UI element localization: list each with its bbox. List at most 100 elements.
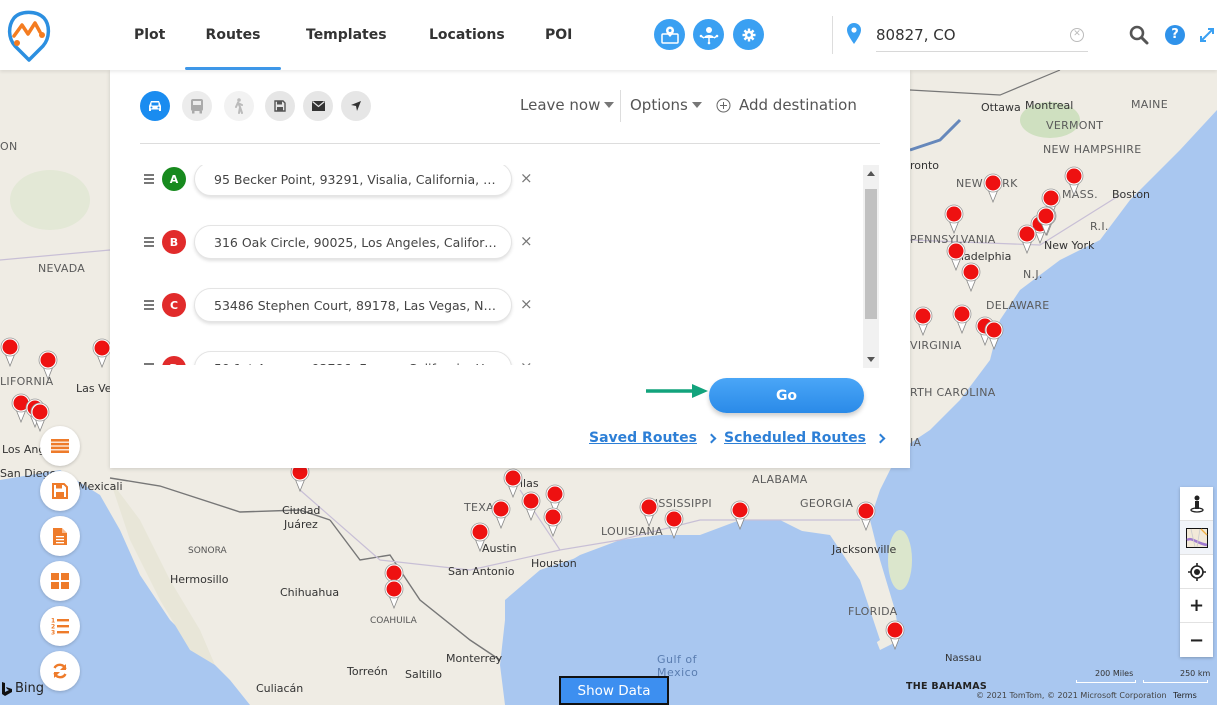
map-location-button[interactable] [654,19,685,50]
clear-search-icon[interactable]: ✕ [1070,28,1084,42]
map-marker-pin[interactable] [491,499,511,529]
tab-locations[interactable]: Locations [429,0,505,70]
map-label: GEORGIA [800,497,854,510]
remove-stop-icon[interactable]: × [520,232,533,250]
location-search-input[interactable] [876,22,1066,48]
app-logo[interactable] [6,8,52,62]
stop-address-input[interactable] [194,351,512,365]
travel-mode-transit[interactable] [182,91,212,121]
grid-icon [51,573,69,589]
map-marker-pin[interactable] [984,320,1004,350]
zoom-out-button[interactable]: − [1180,623,1213,657]
map-marker-pin[interactable] [30,402,50,432]
map-marker-pin[interactable] [944,204,964,234]
map-marker-pin[interactable] [1064,166,1084,196]
map-label: DELAWARE [986,299,1050,312]
tab-label: Templates [306,27,387,43]
remove-stop-icon[interactable]: × [520,295,533,313]
map-marker-pin[interactable] [38,350,58,380]
drag-handle-icon[interactable] [144,300,154,312]
map-label: Monterrey [446,652,503,665]
scrollbar-thumb[interactable] [865,189,877,319]
map-marker-pin[interactable] [92,338,112,368]
go-button[interactable]: Go [709,378,864,413]
map-marker-pin[interactable] [1036,206,1056,236]
map-marker-pin[interactable] [521,491,541,521]
travel-mode-walk[interactable] [224,91,254,121]
search-icon[interactable] [1129,25,1149,45]
chevron-right-icon [875,433,886,443]
stop-address-input[interactable] [194,225,512,259]
add-circle-icon [716,98,731,112]
tab-templates[interactable]: Templates [306,0,387,70]
options-dropdown[interactable]: Options [630,96,702,114]
email-route-button[interactable] [303,91,333,121]
scale-miles: 200 Miles [1095,669,1134,678]
leave-now-dropdown[interactable]: Leave now [520,96,615,114]
stops-scrollbar[interactable] [863,165,879,368]
map-marker-pin[interactable] [961,262,981,292]
ordered-list-button[interactable]: 1 2 3 [40,606,80,646]
remove-stop-icon[interactable]: × [520,358,533,365]
map-label: Torreón [347,665,388,678]
map-marker-pin[interactable] [885,620,905,650]
map-marker-pin[interactable] [384,579,404,609]
expand-icon[interactable] [1199,27,1215,43]
map-marker-pin[interactable] [952,304,972,334]
map-marker-pin[interactable] [664,509,684,539]
stop-address-input[interactable] [194,165,512,196]
save-icon [52,483,68,499]
travel-mode-car[interactable] [140,91,170,121]
refresh-icon [53,663,67,679]
locate-me-button[interactable] [1180,555,1213,589]
stops-list: A × B × C × D × [140,165,882,365]
map-marker-pin[interactable] [543,507,563,537]
map-label: Culiacán [256,682,304,695]
pointer-arrow-icon [646,384,708,398]
map-marker-pin[interactable] [913,306,933,336]
bing-logo[interactable]: Bing [2,681,44,696]
document-button[interactable] [40,516,80,556]
drag-handle-icon[interactable] [144,237,154,249]
add-destination-button[interactable]: Add destination [716,96,857,114]
show-data-button[interactable]: Show Data [559,676,669,705]
remove-stop-icon[interactable]: × [520,169,533,187]
scroll-up-icon[interactable] [867,171,875,176]
street-view-button[interactable] [1180,487,1213,521]
scale-bar-miles [1076,680,1136,683]
map-location-icon [660,26,679,44]
zoom-in-button[interactable]: + [1180,589,1213,623]
tab-poi[interactable]: POI [545,0,572,70]
stop-address-input[interactable] [194,288,512,322]
tab-routes[interactable]: Routes [185,0,281,70]
navigate-button[interactable] [341,91,371,121]
map-style-button[interactable] [1180,521,1213,555]
scroll-down-icon[interactable] [867,357,875,362]
map-marker-pin[interactable] [730,500,750,530]
map-marker-pin[interactable] [856,501,876,531]
saved-routes-link[interactable]: Saved Routes [589,430,717,446]
tab-plot[interactable]: Plot [134,0,165,70]
save-button[interactable] [40,471,80,511]
settings-button[interactable] [733,19,764,50]
help-icon[interactable]: ? [1165,25,1185,45]
drag-handle-icon[interactable] [144,174,154,186]
map-marker-pin[interactable] [503,468,523,498]
map-label: RTH CAROLINA [910,386,996,399]
map-marker-pin[interactable] [1017,224,1037,254]
map-label: Juárez [284,518,318,531]
territory-network-icon [699,26,718,44]
scheduled-routes-link[interactable]: Scheduled Routes [724,430,886,446]
grid-view-button[interactable] [40,561,80,601]
map-marker-pin[interactable] [983,173,1003,203]
save-route-button[interactable] [265,91,295,121]
map-marker-pin[interactable] [639,497,659,527]
territory-button[interactable] [693,19,724,50]
refresh-button[interactable] [40,651,80,691]
drag-handle-icon[interactable] [144,363,154,365]
terms-link[interactable]: Terms [1173,691,1197,700]
layers-list-button[interactable] [40,426,80,466]
map-marker-pin[interactable] [470,522,490,552]
map-label: THE BAHAMAS [906,681,988,692]
map-marker-pin[interactable] [0,337,20,367]
